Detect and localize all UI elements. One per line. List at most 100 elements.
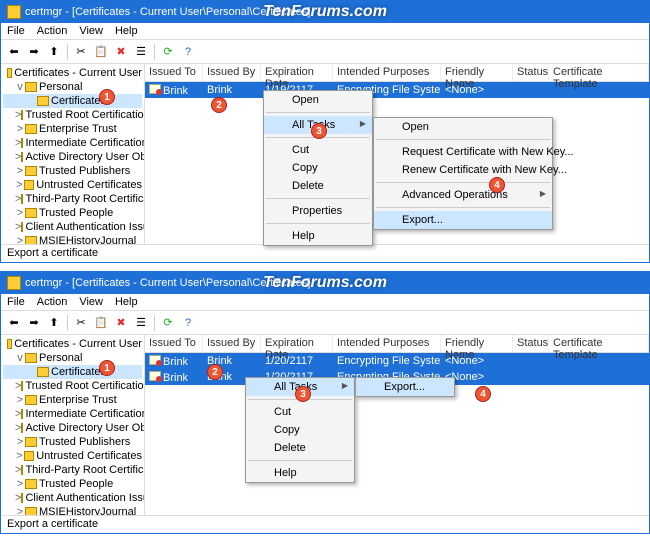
- menu-item[interactable]: Cut: [246, 403, 354, 421]
- column-header[interactable]: Certificate Template: [549, 335, 649, 352]
- tree-item[interactable]: vPersonal: [3, 80, 142, 94]
- tree-item[interactable]: >Trusted Publishers: [3, 435, 142, 449]
- column-header[interactable]: Issued By: [203, 335, 261, 352]
- menu-item[interactable]: Delete: [264, 177, 372, 195]
- column-header[interactable]: Expiration Date: [261, 64, 333, 81]
- menu-item[interactable]: Renew Certificate with New Key...: [374, 161, 552, 179]
- menu-item[interactable]: Advanced Operations: [374, 186, 552, 204]
- tree-item[interactable]: >Third-Party Root Certification Authorit…: [3, 463, 142, 477]
- tree-item[interactable]: >Trusted Publishers: [3, 164, 142, 178]
- props-icon[interactable]: ☰: [132, 43, 150, 61]
- menu-item[interactable]: Export...: [374, 211, 552, 229]
- menu-view[interactable]: View: [79, 296, 103, 308]
- tree-item[interactable]: >Untrusted Certificates: [3, 449, 142, 463]
- menu-file[interactable]: File: [7, 296, 25, 308]
- tree-item[interactable]: >Trusted People: [3, 477, 142, 491]
- tree-item[interactable]: >Client Authentication Issuers: [3, 491, 142, 505]
- tree-item[interactable]: >Trusted Root Certification Authorities: [3, 108, 142, 122]
- column-header[interactable]: Status: [513, 64, 549, 81]
- folder-icon: [21, 423, 23, 433]
- tree-item[interactable]: >Enterprise Trust: [3, 122, 142, 136]
- copy-icon[interactable]: 📋: [92, 43, 110, 61]
- nav-up-icon[interactable]: ⬆: [45, 43, 63, 61]
- tree-label: Third-Party Root Certification Authoriti…: [25, 193, 145, 205]
- copy-icon[interactable]: 📋: [92, 314, 110, 332]
- tree-item[interactable]: Certificates - Current User: [3, 66, 142, 80]
- list-header[interactable]: Issued ToIssued ByExpiration DateIntende…: [145, 335, 649, 353]
- menu-item[interactable]: Help: [264, 227, 372, 245]
- menu-item[interactable]: Properties: [264, 202, 372, 220]
- nav-back-icon[interactable]: ⬅: [5, 314, 23, 332]
- tree-label: Personal: [39, 81, 82, 93]
- column-header[interactable]: Certificate Template: [549, 64, 649, 81]
- column-header[interactable]: Issued To: [145, 335, 203, 352]
- folder-icon: [21, 152, 23, 162]
- column-header[interactable]: Issued By: [203, 64, 261, 81]
- menu-item[interactable]: Delete: [246, 439, 354, 457]
- tree-item[interactable]: Certificates: [3, 365, 142, 379]
- props-icon[interactable]: ☰: [132, 314, 150, 332]
- tree-item[interactable]: >Third-Party Root Certification Authorit…: [3, 192, 142, 206]
- tree-item[interactable]: >Intermediate Certification Authorities: [3, 407, 142, 421]
- column-header[interactable]: Intended Purposes: [333, 64, 441, 81]
- tree-item[interactable]: >Active Directory User Object: [3, 421, 142, 435]
- tree-item[interactable]: >Trusted Root Certification Authorities: [3, 379, 142, 393]
- menu-item[interactable]: Cut: [264, 141, 372, 159]
- menu-item[interactable]: Copy: [264, 159, 372, 177]
- tree-item[interactable]: Certificates: [3, 94, 142, 108]
- menu-view[interactable]: View: [79, 25, 103, 37]
- menu-action[interactable]: Action: [37, 296, 68, 308]
- menu-action[interactable]: Action: [37, 25, 68, 37]
- refresh-icon[interactable]: ⟳: [159, 314, 177, 332]
- tree-pane[interactable]: Certificates - Current UservPersonalCert…: [1, 335, 145, 515]
- column-header[interactable]: Intended Purposes: [333, 335, 441, 352]
- cut-icon[interactable]: ✂: [72, 314, 90, 332]
- delete-icon[interactable]: ✖: [112, 43, 130, 61]
- menu-help[interactable]: Help: [115, 296, 138, 308]
- column-header[interactable]: Friendly Name: [441, 64, 513, 81]
- refresh-icon[interactable]: ⟳: [159, 43, 177, 61]
- context-submenu[interactable]: Export...: [355, 377, 455, 397]
- context-menu[interactable]: OpenAll TasksCutCopyDeletePropertiesHelp: [263, 90, 373, 246]
- tree-item[interactable]: >Client Authentication Issuers: [3, 220, 142, 234]
- column-header[interactable]: Status: [513, 335, 549, 352]
- tree-item[interactable]: Certificates - Current User: [3, 337, 142, 351]
- delete-icon[interactable]: ✖: [112, 314, 130, 332]
- tree-item[interactable]: >Enterprise Trust: [3, 393, 142, 407]
- list-pane[interactable]: Issued ToIssued ByExpiration DateIntende…: [145, 335, 649, 515]
- step-marker-3: 3: [295, 386, 311, 402]
- help-icon[interactable]: ?: [179, 43, 197, 61]
- nav-up-icon[interactable]: ⬆: [45, 314, 63, 332]
- cut-icon[interactable]: ✂: [72, 43, 90, 61]
- menu-item[interactable]: Copy: [246, 421, 354, 439]
- tree-item[interactable]: vPersonal: [3, 351, 142, 365]
- tree-item[interactable]: >Intermediate Certification Authorities: [3, 136, 142, 150]
- titlebar[interactable]: certmgr - [Certificates - Current User\P…: [1, 1, 649, 23]
- menu-item[interactable]: Export...: [356, 378, 454, 396]
- tree-item[interactable]: >Trusted People: [3, 206, 142, 220]
- menu-file[interactable]: File: [7, 25, 25, 37]
- nav-back-icon[interactable]: ⬅: [5, 43, 23, 61]
- menu-item[interactable]: Help: [246, 464, 354, 482]
- nav-fwd-icon[interactable]: ➡: [25, 314, 43, 332]
- menu-item[interactable]: Request Certificate with New Key...: [374, 143, 552, 161]
- tree-item[interactable]: >MSIEHistoryJournal: [3, 234, 142, 244]
- tree-pane[interactable]: Certificates - Current UservPersonalCert…: [1, 64, 145, 244]
- nav-fwd-icon[interactable]: ➡: [25, 43, 43, 61]
- titlebar[interactable]: certmgr - [Certificates - Current User\P…: [1, 272, 649, 294]
- context-submenu[interactable]: Open Request Certificate with New Key...R…: [373, 117, 553, 230]
- column-header[interactable]: Friendly Name: [441, 335, 513, 352]
- menu-separator: [266, 223, 370, 224]
- tree-item[interactable]: >Untrusted Certificates: [3, 178, 142, 192]
- column-header[interactable]: Issued To: [145, 64, 203, 81]
- menu-item[interactable]: Open: [374, 118, 552, 136]
- menu-help[interactable]: Help: [115, 25, 138, 37]
- tree-item[interactable]: >MSIEHistoryJournal: [3, 505, 142, 515]
- tree-label: Intermediate Certification Authorities: [25, 137, 145, 149]
- list-pane[interactable]: Issued ToIssued ByExpiration DateIntende…: [145, 64, 649, 244]
- menu-item[interactable]: Open: [264, 91, 372, 109]
- column-header[interactable]: Expiration Date: [261, 335, 333, 352]
- list-header[interactable]: Issued ToIssued ByExpiration DateIntende…: [145, 64, 649, 82]
- tree-item[interactable]: >Active Directory User Object: [3, 150, 142, 164]
- help-icon[interactable]: ?: [179, 314, 197, 332]
